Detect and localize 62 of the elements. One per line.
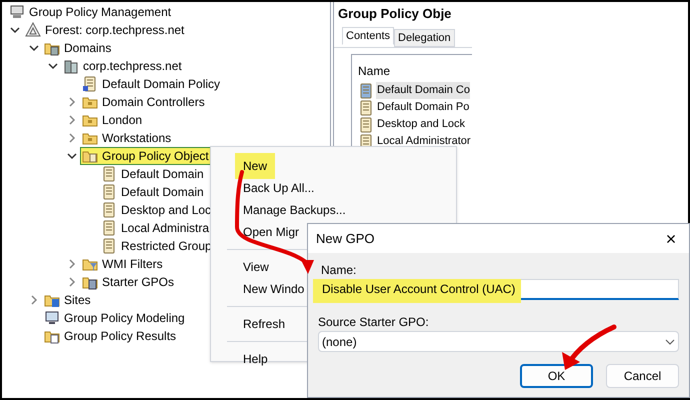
tree-item[interactable]: Forest: corp.techpress.net [23, 21, 188, 39]
chevron-right-icon[interactable] [67, 277, 77, 287]
chevron-down-icon[interactable] [29, 43, 39, 53]
tree-item[interactable]: WMI Filters [80, 255, 166, 273]
tab[interactable]: Contents [342, 27, 394, 45]
list-item[interactable]: Local Administrator [376, 133, 471, 150]
tree-item[interactable]: Default Domain [99, 165, 207, 183]
computer-icon [44, 310, 60, 326]
scroll-icon [358, 116, 374, 132]
chevron-icon [665, 338, 675, 344]
tree-item[interactable]: Group Policy Results [42, 327, 180, 345]
menu-item[interactable]: View [235, 254, 277, 280]
menu-item[interactable]: New [235, 153, 276, 179]
tree-item[interactable]: Sites [42, 291, 94, 309]
scroll-icon [101, 220, 117, 236]
server-icon [63, 58, 79, 74]
close-button[interactable]: × [659, 226, 683, 250]
arrow-annotation [562, 324, 616, 370]
tree-item[interactable]: Domains [42, 39, 114, 57]
chevron-down-icon[interactable] [67, 151, 77, 161]
column-header[interactable]: Name [358, 62, 472, 82]
chevron-right-icon[interactable] [67, 115, 77, 125]
console-icon [9, 4, 25, 20]
list-item[interactable]: Desktop and Lock [376, 116, 466, 133]
tree-item[interactable]: Local Administra [99, 219, 212, 237]
tree-item[interactable]: Group Policy Object [80, 147, 212, 165]
tree-item[interactable]: London [80, 111, 146, 129]
tree-item[interactable]: Domain Controllers [80, 93, 208, 111]
chevron-right-icon[interactable] [67, 97, 77, 107]
list-item[interactable]: Default Domain Po [376, 99, 470, 116]
chevron-right-icon[interactable] [29, 295, 39, 305]
tree-item[interactable]: Starter GPOs [80, 273, 178, 291]
scroll-icon [358, 100, 374, 116]
pane-title: Group Policy Obje [337, 5, 452, 23]
list-item[interactable]: Default Domain Co [376, 82, 470, 99]
chevron-down-icon[interactable] [10, 25, 20, 35]
scroll-icon [101, 238, 117, 254]
menu-item[interactable]: Help [235, 346, 276, 372]
scroll-shortcut-icon [82, 76, 98, 92]
scroll-icon [101, 184, 117, 200]
chevron-right-icon[interactable] [67, 133, 77, 143]
field-label: Name: [320, 262, 358, 279]
tree-item[interactable]: Group Policy Modeling [42, 309, 188, 327]
tree-item[interactable]: Workstations [80, 129, 174, 147]
scroll-icon [101, 202, 117, 218]
tree-item[interactable]: Default Domain [99, 183, 207, 201]
tree-item[interactable]: Group Policy Management [7, 3, 174, 21]
dialog-button[interactable]: OK [520, 364, 593, 388]
chevron-right-icon[interactable] [67, 259, 77, 269]
tab[interactable]: Delegation [394, 29, 455, 47]
scroll-icon [101, 166, 117, 182]
menu-item[interactable]: Refresh [235, 311, 294, 337]
dialog-button[interactable]: Cancel [606, 364, 679, 388]
tree-item[interactable]: Default Domain Policy [80, 75, 224, 93]
dialog-title: New GPO [316, 230, 375, 248]
tree-item[interactable]: corp.techpress.net [61, 57, 185, 75]
triangle-icon [25, 22, 41, 38]
tree-item[interactable]: Desktop and Loc [99, 201, 214, 219]
source-dropdown[interactable]: (none) [318, 331, 679, 352]
field-label: Source Starter GPO: [318, 314, 430, 331]
chevron-down-icon[interactable] [48, 61, 58, 71]
scroll-icon [358, 82, 374, 98]
